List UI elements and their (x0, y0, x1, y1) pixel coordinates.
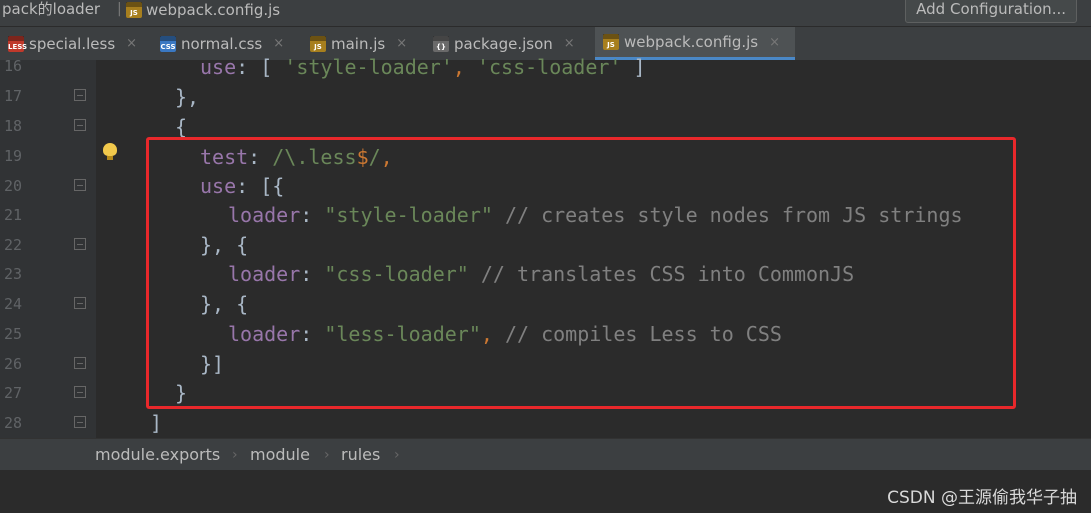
breadcrumb-separator: › (232, 447, 238, 463)
fold-marker-icon[interactable] (74, 297, 86, 309)
line-number: 23 (3, 265, 22, 283)
breadcrumb-module[interactable]: module (250, 439, 310, 471)
breadcrumb-separator: › (324, 447, 330, 463)
breadcrumb-separator: › (394, 447, 400, 463)
fold-marker-icon[interactable] (74, 119, 86, 131)
fold-marker-icon[interactable] (74, 179, 86, 191)
tab-label: normal.css (181, 34, 263, 53)
tab-label: package.json (454, 34, 553, 53)
close-icon[interactable]: × (396, 36, 407, 51)
line-number: 27 (3, 384, 22, 402)
line-number: 28 (3, 414, 22, 432)
highlight-annotation-box (146, 137, 1016, 409)
watermark: CSDN @王源偷我华子抽 (887, 488, 1077, 508)
line-number: 22 (3, 236, 22, 254)
line-number: 25 (3, 325, 22, 343)
line-number: 21 (3, 206, 22, 224)
close-icon[interactable]: × (564, 36, 575, 51)
line-number: 17 (3, 87, 22, 105)
line-number: 26 (3, 355, 22, 373)
fold-marker-icon[interactable] (74, 416, 86, 428)
line-number: 16 (3, 57, 22, 75)
code-line-16: use: [ 'style-loader', 'css-loader' ] (200, 55, 646, 79)
tab-label: webpack.config.js (624, 33, 759, 51)
bottom-area: CSDN @王源偷我华子抽 (0, 470, 1091, 513)
tab-label: special.less (29, 34, 116, 53)
line-number: 24 (3, 295, 22, 313)
json-file-icon: {} (433, 35, 449, 52)
fold-marker-icon[interactable] (74, 357, 86, 369)
js-file-icon: JS (126, 2, 142, 18)
code-line-17: }, (175, 85, 200, 109)
breadcrumb-project[interactable]: pack的loader (2, 0, 100, 20)
code-line-28: ] (150, 411, 163, 435)
js-file-icon: JS (310, 35, 326, 52)
line-number: 19 (3, 147, 22, 165)
breadcrumb-rules[interactable]: rules (341, 439, 380, 471)
fold-marker-icon[interactable] (74, 238, 86, 250)
lightbulb-icon[interactable] (103, 143, 117, 161)
breadcrumb-module-exports[interactable]: module.exports (95, 439, 220, 471)
line-number: 18 (3, 117, 22, 135)
close-icon[interactable]: × (126, 36, 137, 51)
code-line-18: { (175, 115, 188, 139)
less-file-icon: LESS (8, 35, 27, 52)
code-editor[interactable]: 16 17 18 19 20 21 22 23 24 25 26 27 28 u… (0, 55, 1091, 438)
tab-label: main.js (331, 34, 386, 53)
line-number: 20 (3, 177, 22, 195)
tab-special-less[interactable]: LESS special.less × (0, 27, 158, 60)
code-breadcrumb: module.exports › module › rules › (0, 438, 1091, 471)
navigation-bar: pack的loader | JS webpack.config.js Add C… (0, 0, 1091, 27)
breadcrumb-file[interactable]: JS webpack.config.js (126, 0, 280, 20)
breadcrumb-file-label: webpack.config.js (146, 1, 281, 19)
add-configuration-button[interactable]: Add Configuration... (905, 0, 1077, 23)
editor-gutter: 16 17 18 19 20 21 22 23 24 25 26 27 28 (0, 57, 96, 438)
close-icon[interactable]: × (273, 36, 284, 51)
fold-marker-icon[interactable] (74, 386, 86, 398)
breadcrumb-separator: | (117, 1, 122, 17)
close-icon[interactable]: × (769, 35, 780, 50)
js-file-icon: JS (603, 34, 619, 50)
css-file-icon: CSS (160, 35, 176, 52)
fold-marker-icon[interactable] (74, 89, 86, 101)
